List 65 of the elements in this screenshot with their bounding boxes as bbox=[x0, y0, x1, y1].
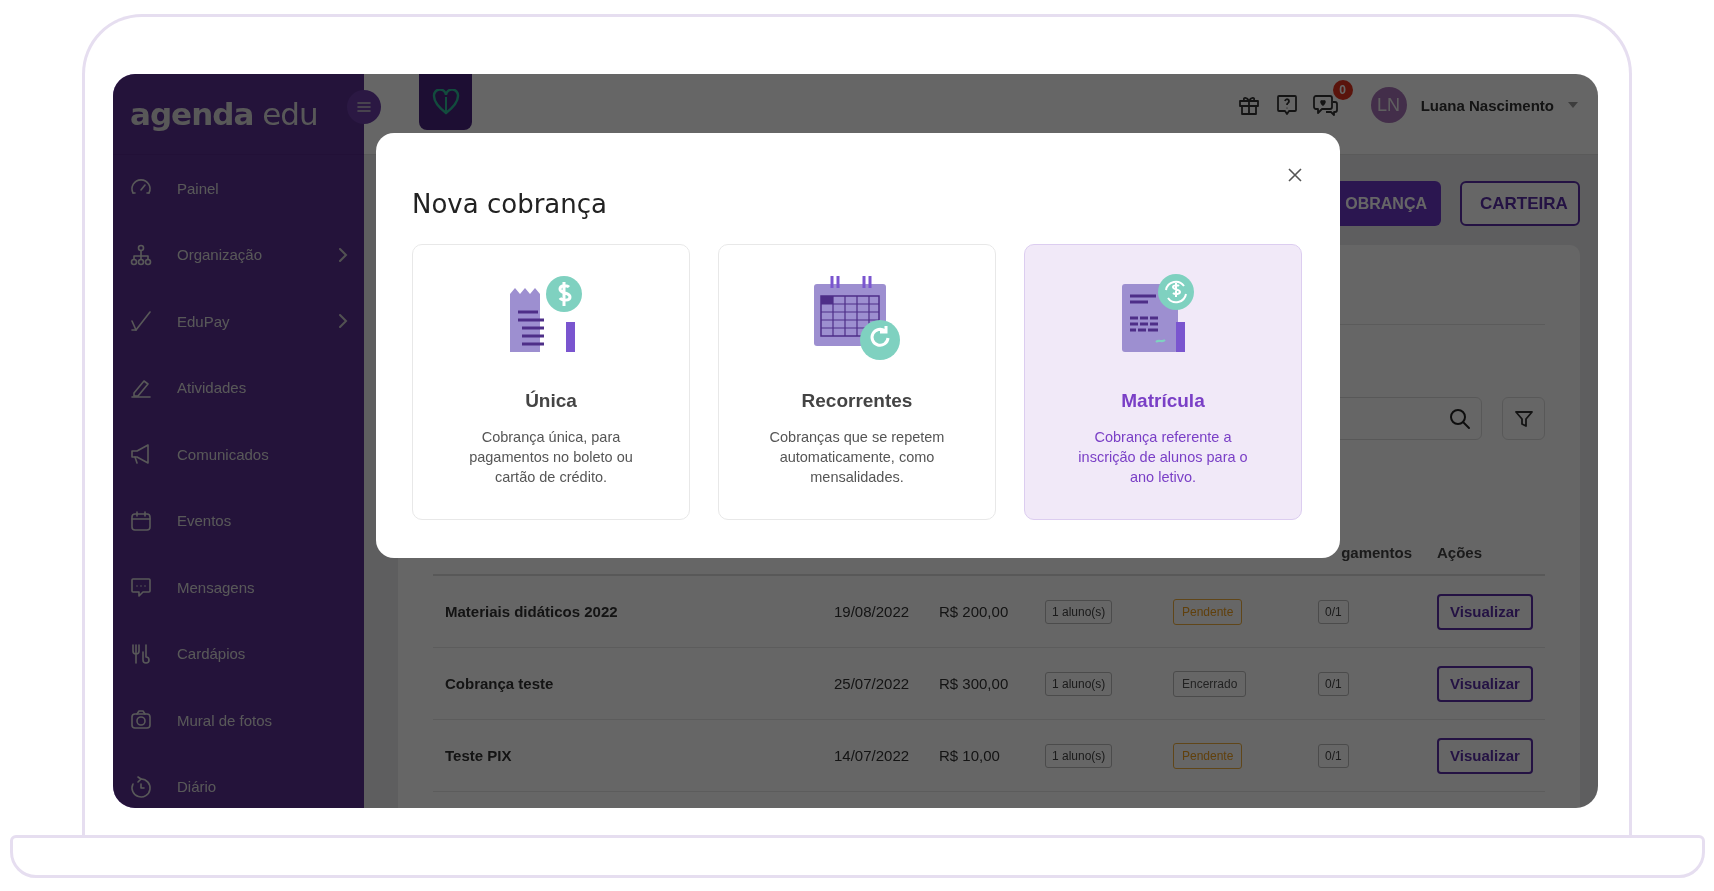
nav-item[interactable]: Comunicados bbox=[113, 421, 364, 488]
close-icon bbox=[1288, 168, 1302, 182]
table-cell-text: 14/07/2022 bbox=[833, 747, 910, 764]
option-card[interactable]: Recorrentes Cobranças que se repetem automaticamente, como mensalidades. bbox=[718, 244, 996, 520]
student-count-tag: 1 aluno(s) bbox=[1045, 671, 1113, 696]
nav-item[interactable]: Painel bbox=[113, 155, 364, 222]
option-description: Cobrança referente a inscrição de alunos para o ano letivo. bbox=[1077, 428, 1249, 487]
user-name[interactable]: Luana Nascimento bbox=[1420, 96, 1554, 114]
calendar-icon bbox=[129, 508, 153, 533]
view-button[interactable]: Visualizar bbox=[1437, 737, 1533, 774]
status-tag: Pendente bbox=[1173, 742, 1243, 769]
caret-down-icon bbox=[1568, 102, 1578, 108]
column-header: Ações bbox=[1436, 543, 1483, 561]
table-cell-text: R$ 10,00 bbox=[938, 747, 1000, 764]
payment-count-tag: 0/1 bbox=[1318, 743, 1349, 768]
option-title: Única bbox=[525, 390, 577, 412]
dialog-title: Nova cobrança bbox=[412, 188, 608, 220]
utensils-icon bbox=[129, 641, 153, 666]
payment-count-tag: 0/1 bbox=[1318, 599, 1349, 624]
option-title: Matrícula bbox=[1121, 390, 1205, 412]
table-cell-text: Teste PIX bbox=[444, 747, 512, 764]
table-cell-text: Cobrança teste bbox=[444, 675, 554, 692]
column-header: gamentos bbox=[1341, 543, 1413, 561]
checkmark-icon bbox=[129, 309, 153, 334]
shield-logo-button[interactable] bbox=[419, 74, 472, 130]
logo: agenda edu bbox=[130, 96, 318, 132]
menu-icon bbox=[357, 101, 371, 113]
option-title: Recorrentes bbox=[801, 390, 913, 412]
chat-bubble-icon bbox=[129, 575, 153, 600]
chat-heart-icon[interactable] bbox=[1312, 93, 1339, 117]
table-cell-text: R$ 300,00 bbox=[938, 675, 1009, 692]
nav-item[interactable]: Atividades bbox=[113, 354, 364, 421]
clock-arrow-icon bbox=[129, 774, 153, 799]
filter-icon bbox=[1513, 408, 1534, 429]
option-description: Cobrança única, para pagamentos no boleto ou cartão de crédito. bbox=[468, 428, 634, 487]
student-count-tag: 1 aluno(s) bbox=[1045, 599, 1113, 624]
filter-button[interactable] bbox=[1502, 397, 1545, 440]
nav-item[interactable]: Mensagens bbox=[113, 554, 364, 621]
option-card[interactable]: Matrícula Cobrança referente a inscrição de alunos para o ano letivo. bbox=[1024, 244, 1302, 520]
nav-item[interactable]: Eventos bbox=[113, 487, 364, 554]
table-cell-text: 25/07/2022 bbox=[833, 675, 910, 692]
nav-item[interactable]: Cardápios bbox=[113, 620, 364, 687]
status-tag: Encerrado bbox=[1173, 670, 1247, 697]
notification-badge: 0 bbox=[1332, 80, 1353, 100]
view-button[interactable]: Visualizar bbox=[1437, 665, 1533, 702]
nav-item[interactable]: EduPay bbox=[113, 288, 364, 355]
student-count-tag: 1 aluno(s) bbox=[1045, 743, 1113, 768]
table-cell-text: Materiais didáticos 2022 bbox=[444, 603, 618, 620]
close-button[interactable] bbox=[1288, 168, 1302, 182]
option-description: Cobranças que se repetem automaticamente, como mensalidades. bbox=[768, 428, 946, 487]
menu-button[interactable] bbox=[347, 90, 381, 124]
nav-item[interactable]: Mural de fotos bbox=[113, 687, 364, 754]
help-icon[interactable] bbox=[1274, 93, 1299, 117]
table-cell-text: 19/08/2022 bbox=[833, 603, 910, 620]
nav-item[interactable]: Organização bbox=[113, 221, 364, 288]
hierarchy-icon bbox=[129, 242, 153, 267]
table-cell-text: R$ 200,00 bbox=[938, 603, 1009, 620]
view-button[interactable]: Visualizar bbox=[1437, 593, 1533, 630]
payment-count-tag: 0/1 bbox=[1318, 671, 1349, 696]
action-button[interactable]: CARTEIRA bbox=[1460, 181, 1580, 226]
status-tag: Pendente bbox=[1173, 598, 1243, 625]
option-card[interactable]: Única Cobrança única, para pagamentos no boleto ou cartão de crédito. bbox=[412, 244, 690, 520]
nav-item[interactable]: Diário bbox=[113, 753, 364, 808]
search-icon bbox=[1449, 407, 1471, 430]
heart-shield-icon bbox=[431, 89, 460, 115]
